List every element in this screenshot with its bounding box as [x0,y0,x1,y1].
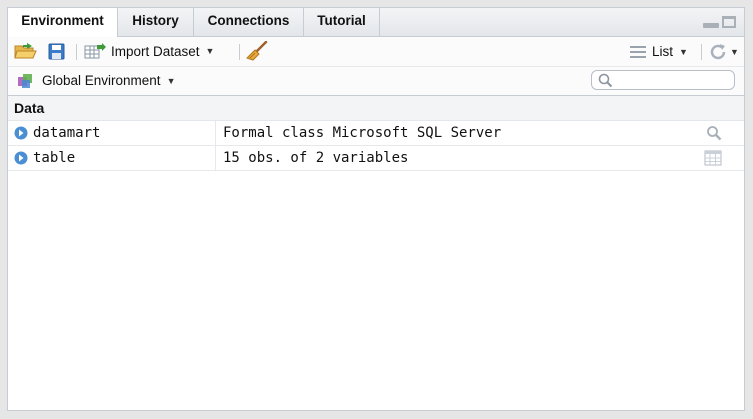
toolbar-separator [701,44,702,60]
chevron-down-icon: ▼ [205,46,215,56]
open-workspace-button[interactable] [14,42,38,60]
import-dataset-button[interactable]: Import Dataset ▼ [84,43,214,59]
variable-name: table [33,150,76,166]
toolbar-separator [76,44,77,60]
variable-value: Formal class Microsoft SQL Server [223,125,502,141]
search-icon [598,73,613,88]
chevron-down-icon: ▼ [730,47,739,57]
expand-arrow-icon[interactable] [14,126,28,140]
column-divider [215,121,216,145]
chevron-down-icon: ▼ [166,75,176,86]
environment-cubes-icon [18,74,32,88]
grid-icon[interactable] [704,150,722,166]
environment-selector[interactable]: Global Environment ▼ [17,72,175,89]
chevron-down-icon: ▼ [679,46,688,57]
environment-selector-label: Global Environment [42,73,161,88]
variable-value: 15 obs. of 2 variables [223,150,409,166]
table-row[interactable]: datamart Formal class Microsoft SQL Serv… [8,121,744,146]
section-header-data: Data [8,96,744,121]
search-input[interactable] [616,72,728,88]
window-controls [703,16,736,28]
tab-environment[interactable]: Environment [8,8,118,37]
import-dataset-icon [84,43,106,59]
view-mode-label: List [652,44,674,59]
tab-connections[interactable]: Connections [194,8,304,36]
import-dataset-label: Import Dataset [111,43,200,59]
save-workspace-button[interactable] [48,43,65,60]
environment-search [591,70,735,90]
minimize-button[interactable] [703,23,719,28]
view-mode-dropdown[interactable]: List ▼ [630,44,688,59]
save-icon [48,43,65,60]
open-folder-icon [14,43,37,59]
toolbar: Import Dataset ▼ List ▼ ▼ [8,37,744,67]
tab-history[interactable]: History [118,8,194,36]
search-icon[interactable] [706,125,722,141]
broom-icon [246,41,268,61]
column-divider [215,146,216,170]
clear-workspace-button[interactable] [246,41,268,61]
refresh-icon [710,44,726,60]
tab-tutorial[interactable]: Tutorial [304,8,380,36]
refresh-button[interactable]: ▼ [708,42,739,62]
toolbar-separator [239,44,240,60]
maximize-button[interactable] [722,16,736,28]
environment-pane: Environment History Connections Tutorial [7,7,745,411]
variable-name: datamart [33,125,101,141]
environment-bar: Global Environment ▼ [8,67,744,96]
tab-bar: Environment History Connections Tutorial [8,8,744,37]
table-row[interactable]: table 15 obs. of 2 variables [8,146,744,171]
expand-arrow-icon[interactable] [14,151,28,165]
list-icon [630,45,646,58]
